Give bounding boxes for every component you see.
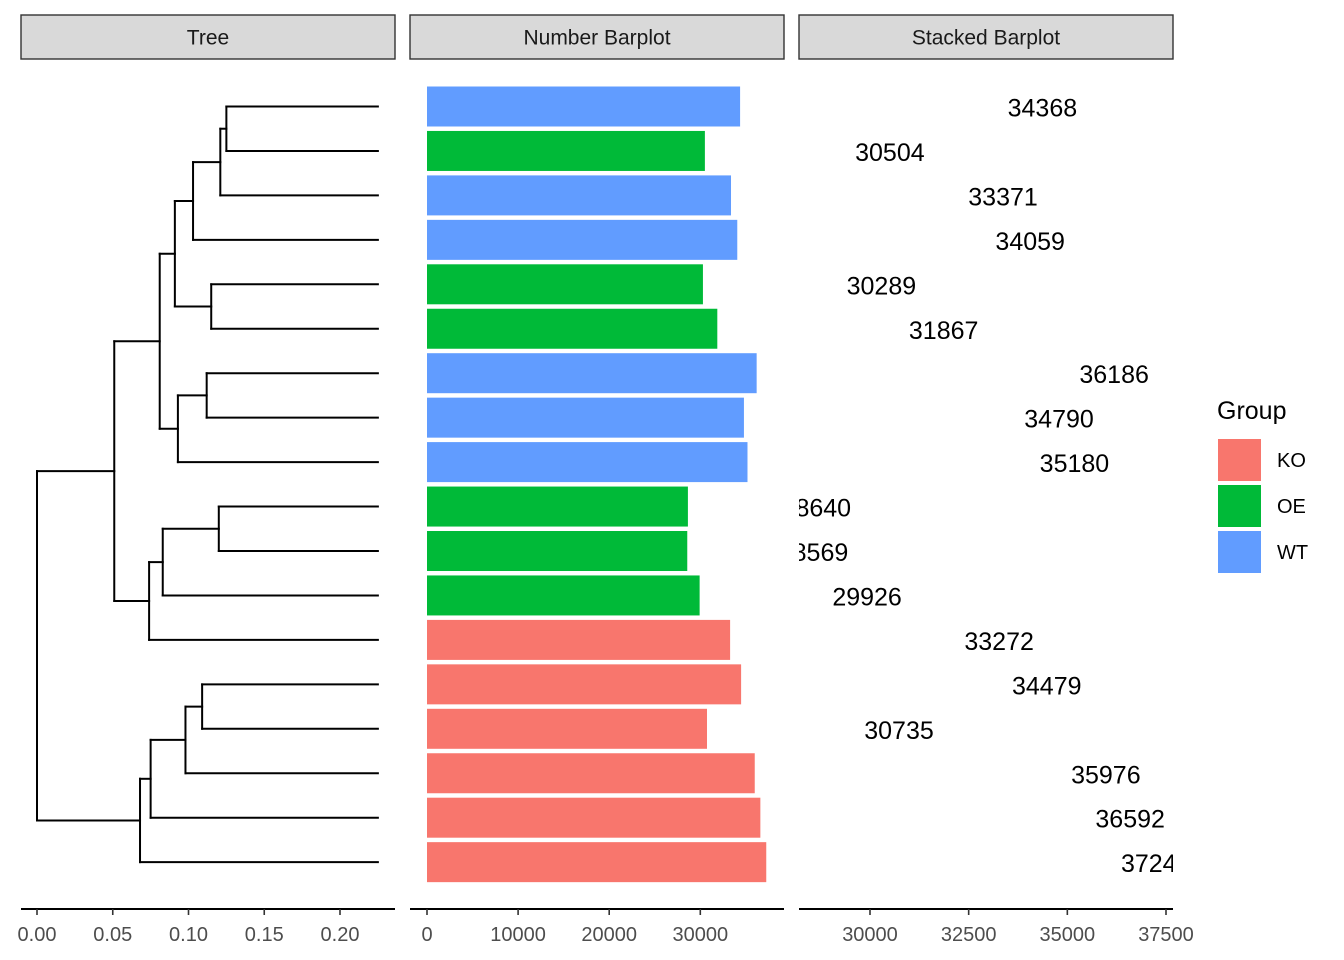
stacked-barplot-panel-title: Stacked Barplot <box>912 27 1060 50</box>
stacked-barplot-x-tick-label: 32500 <box>941 924 997 946</box>
value-label: 35976 <box>1071 761 1141 789</box>
value-label: 28569 <box>779 539 849 567</box>
bar-ko <box>427 708 707 749</box>
value-label: 37240 <box>1121 850 1191 878</box>
group-legend: Group KO OE WT <box>1217 397 1308 573</box>
legend-key-oe <box>1218 485 1261 527</box>
bar-wt <box>427 219 738 260</box>
bar-wt <box>427 353 757 394</box>
bar-oe <box>427 531 688 571</box>
stacked-barplot-strip: Stacked Barplot <box>798 14 1174 60</box>
legend-label-ko: KO <box>1277 450 1306 472</box>
bar-wt <box>427 175 732 216</box>
legend-label-oe: OE <box>1277 496 1306 518</box>
bar-wt <box>427 397 744 438</box>
value-label: 34368 <box>1008 95 1078 123</box>
value-label: 31867 <box>909 317 979 345</box>
value-label: 34790 <box>1024 406 1094 434</box>
number-barplot-x-axis: 0 10000 20000 30000 <box>410 908 784 946</box>
bar-oe <box>427 575 700 616</box>
tree-x-tick-label: 0.00 <box>18 924 57 946</box>
bar-ko <box>427 619 731 660</box>
number-barplot-x-tick-label: 30000 <box>672 924 728 946</box>
value-label: 30735 <box>864 717 934 745</box>
value-label: 33371 <box>968 183 1038 211</box>
bar-oe <box>427 264 703 305</box>
bar-oe <box>427 486 688 527</box>
tree-x-tick-label: 0.20 <box>321 924 360 946</box>
bar-ko <box>427 664 742 705</box>
tree-x-axis: 0.00 0.05 0.10 0.15 0.20 <box>18 908 395 946</box>
number-barplot-x-tick-label: 10000 <box>490 924 546 946</box>
chart-figure: Tree Number Barplot Stacked Barplot 3436… <box>18 14 1308 946</box>
legend-key-wt <box>1218 531 1261 573</box>
value-label: 33272 <box>964 628 1034 656</box>
value-label: 34479 <box>1012 672 1082 700</box>
stacked-barplot-x-axis: 30000 32500 35000 37500 <box>799 908 1194 946</box>
tree-x-tick-label: 0.15 <box>245 924 284 946</box>
bar-oe <box>427 308 718 349</box>
legend-title: Group <box>1217 397 1286 425</box>
value-label: 30504 <box>855 139 925 167</box>
stacked-barplot-x-tick-label: 35000 <box>1040 924 1096 946</box>
bar-ko <box>427 753 755 794</box>
value-label: 28640 <box>782 495 852 523</box>
bar-wt <box>427 442 748 483</box>
value-label: 36592 <box>1095 806 1165 834</box>
value-label: 36186 <box>1079 361 1149 389</box>
number-barplot-panel-title: Number Barplot <box>523 27 670 50</box>
tree-x-tick-label: 0.10 <box>169 924 208 946</box>
bar-oe <box>427 130 705 171</box>
tree-panel-strip: Tree <box>20 14 396 60</box>
legend-label-wt: WT <box>1277 542 1308 564</box>
value-label: 35180 <box>1040 450 1110 478</box>
bar-ko <box>427 842 767 883</box>
value-label: 29926 <box>832 583 902 611</box>
number-barplot-x-tick-label: 0 <box>421 924 432 946</box>
value-label: 30289 <box>847 272 917 300</box>
legend-key-ko <box>1218 439 1261 481</box>
number-barplot-x-tick-label: 20000 <box>581 924 637 946</box>
stacked-barplot-x-tick-label: 30000 <box>842 924 898 946</box>
stacked-barplot-panel: 34368 30504 33371 34059 30289 31867 36186 34790… <box>779 95 1191 879</box>
tree-x-tick-label: 0.05 <box>93 924 132 946</box>
tree-panel <box>36 105 379 864</box>
value-label: 34059 <box>995 228 1065 256</box>
bar-ko <box>427 797 761 838</box>
number-barplot-panel <box>427 86 767 883</box>
tree-panel-title: Tree <box>187 27 229 50</box>
number-barplot-strip: Number Barplot <box>409 14 785 60</box>
bar-wt <box>427 86 741 127</box>
stacked-barplot-x-tick-label: 37500 <box>1138 924 1194 946</box>
